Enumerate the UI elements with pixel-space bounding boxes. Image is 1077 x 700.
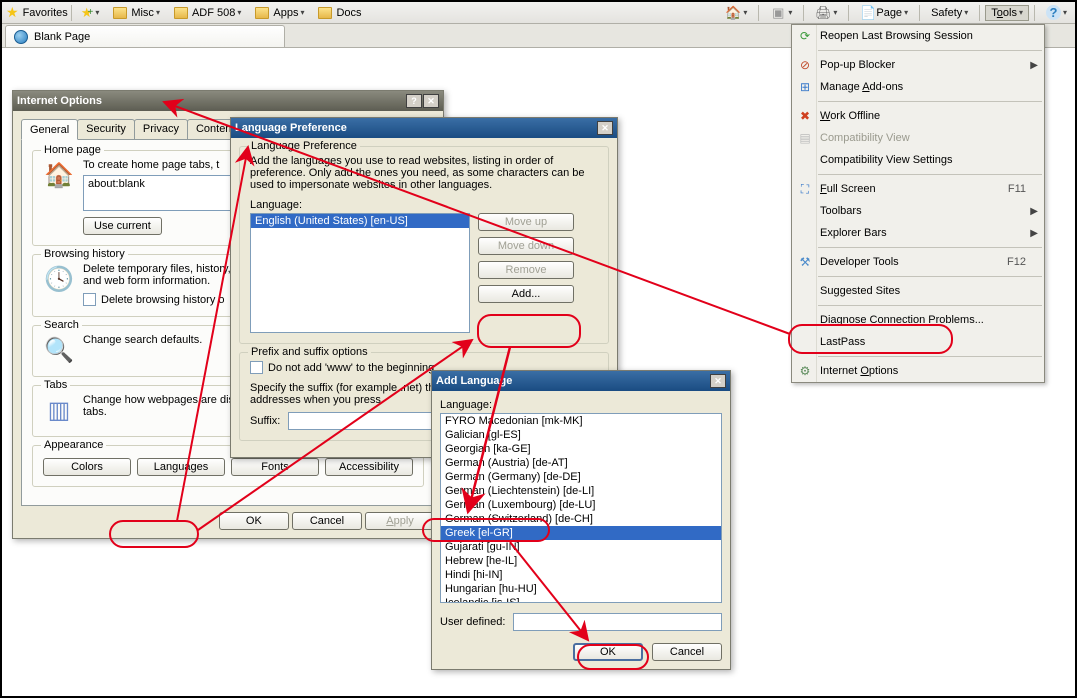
- tab-title: Blank Page: [34, 31, 90, 43]
- list-item[interactable]: German (Liechtenstein) [de-LI]: [441, 484, 721, 498]
- close-title-button[interactable]: ✕: [597, 121, 613, 135]
- langpref-titlebar[interactable]: Language Preference ✕: [231, 118, 617, 138]
- menu-fullscreen[interactable]: ⛶Full ScreenF11: [792, 178, 1044, 200]
- io-ok-button[interactable]: OK: [219, 512, 289, 530]
- help-button[interactable]: ?▾: [1040, 3, 1073, 22]
- menu-reopen-session[interactable]: ⟳Reopen Last Browsing Session: [792, 25, 1044, 47]
- menu-internet-options[interactable]: ⚙Internet Options: [792, 360, 1044, 382]
- fonts-button[interactable]: Fonts: [231, 458, 319, 476]
- menu-suggested-sites[interactable]: Suggested Sites: [792, 280, 1044, 302]
- ie-icon: [14, 30, 28, 44]
- tools-dropdown: ⟳Reopen Last Browsing Session ⊘Pop-up Bl…: [791, 24, 1045, 383]
- tabs-icon: ▥: [43, 394, 75, 426]
- list-item[interactable]: German (Luxembourg) [de-LU]: [441, 498, 721, 512]
- menu-diagnose[interactable]: Diagnose Connection Problems...: [792, 309, 1044, 331]
- list-item[interactable]: FYRO Macedonian [mk-MK]: [441, 414, 721, 428]
- tools-menu-button[interactable]: Tools▾: [985, 5, 1029, 21]
- menu-work-offline[interactable]: ✖Work Offline: [792, 105, 1044, 127]
- list-item[interactable]: Gujarati [gu-IN]: [441, 540, 721, 554]
- help-title-button[interactable]: ?: [406, 94, 422, 108]
- list-item[interactable]: English (United States) [en-US]: [251, 214, 469, 228]
- languages-button[interactable]: Languages: [137, 458, 225, 476]
- add-button[interactable]: Add...: [478, 285, 574, 303]
- internet-options-titlebar[interactable]: Internet Options ? ✕: [13, 91, 443, 111]
- colors-button[interactable]: Colors: [43, 458, 131, 476]
- menu-compat-view: ▤Compatibility View: [792, 127, 1044, 149]
- move-down-button[interactable]: Move down: [478, 237, 574, 255]
- print-button[interactable]: 🖨▾: [809, 3, 843, 23]
- safety-menu-button[interactable]: Safety▾: [925, 5, 974, 21]
- list-item[interactable]: Hungarian [hu-HU]: [441, 582, 721, 596]
- command-bar: 🏠▾ ▣▾ 🖨▾ 📄Page▾ Safety▾ Tools▾ ?▾: [719, 3, 1073, 23]
- home-button[interactable]: 🏠▾: [719, 3, 753, 23]
- langpref-group: Language Preference Add the languages yo…: [239, 146, 609, 344]
- separator: [71, 5, 72, 21]
- add-language-dialog: Add Language ✕ Language: FYRO Macedonian…: [431, 370, 731, 670]
- io-cancel-button[interactable]: Cancel: [292, 512, 362, 530]
- accessibility-button[interactable]: Accessibility: [325, 458, 413, 476]
- addlang-titlebar[interactable]: Add Language ✕: [432, 371, 730, 391]
- list-item[interactable]: Greek [el-GR]: [441, 526, 721, 540]
- dialog-title: Language Preference: [235, 122, 347, 134]
- favorites-star-icon: ★: [6, 4, 19, 21]
- io-apply-button[interactable]: Apply: [365, 512, 435, 530]
- menu-explorer-bars[interactable]: Explorer Bars▶: [792, 222, 1044, 244]
- favorites-folder-docs[interactable]: Docs: [312, 5, 367, 21]
- user-defined-input[interactable]: [513, 613, 722, 631]
- close-title-button[interactable]: ✕: [423, 94, 439, 108]
- move-up-button[interactable]: Move up: [478, 213, 574, 231]
- use-current-button[interactable]: Use current: [83, 217, 162, 235]
- menu-lastpass[interactable]: LastPass: [792, 331, 1044, 353]
- history-icon: 🕓: [43, 263, 75, 295]
- remove-button[interactable]: Remove: [478, 261, 574, 279]
- dialog-title: Add Language: [436, 375, 512, 387]
- menu-developer-tools[interactable]: ⚒Developer ToolsF12: [792, 251, 1044, 273]
- dialog-title: Internet Options: [17, 95, 102, 107]
- favorites-folder-misc[interactable]: Misc▾: [107, 5, 166, 21]
- list-item[interactable]: German (Germany) [de-DE]: [441, 470, 721, 484]
- list-item[interactable]: Galician [gl-ES]: [441, 428, 721, 442]
- list-item[interactable]: German (Austria) [de-AT]: [441, 456, 721, 470]
- list-item[interactable]: Georgian [ka-GE]: [441, 442, 721, 456]
- home-icon: 🏠: [43, 159, 75, 191]
- tab-privacy[interactable]: Privacy: [134, 119, 188, 139]
- search-icon: 🔍: [43, 334, 75, 366]
- favorites-label[interactable]: Favorites: [23, 7, 68, 19]
- feeds-button[interactable]: ▣▾: [764, 3, 798, 23]
- favorites-folder-apps[interactable]: Apps▾: [249, 5, 310, 21]
- page-menu-button[interactable]: 📄Page▾: [854, 3, 914, 23]
- language-listbox[interactable]: English (United States) [en-US]: [250, 213, 470, 333]
- addlang-cancel-button[interactable]: Cancel: [652, 643, 722, 661]
- browser-tab[interactable]: Blank Page: [5, 25, 285, 47]
- addlang-ok-button[interactable]: OK: [573, 643, 643, 661]
- tab-general[interactable]: General: [21, 119, 78, 140]
- list-item[interactable]: Icelandic [is-IS]: [441, 596, 721, 603]
- menu-popup-blocker[interactable]: ⊘Pop-up Blocker▶: [792, 54, 1044, 76]
- menu-compat-settings[interactable]: Compatibility View Settings: [792, 149, 1044, 171]
- list-item[interactable]: German (Switzerland) [de-CH]: [441, 512, 721, 526]
- close-title-button[interactable]: ✕: [710, 374, 726, 388]
- tab-security[interactable]: Security: [77, 119, 135, 139]
- favorites-folder-adf508[interactable]: ADF 508▾: [168, 5, 247, 21]
- favorites-add-icon[interactable]: ★+▾: [75, 3, 106, 23]
- list-item[interactable]: Hebrew [he-IL]: [441, 554, 721, 568]
- menu-manage-addons[interactable]: ⊞Manage Add-ons: [792, 76, 1044, 98]
- favorites-bar: ★ Favorites ★+▾ Misc▾ ADF 508▾ Apps▾ Doc…: [2, 2, 1075, 24]
- add-language-listbox[interactable]: FYRO Macedonian [mk-MK]Galician [gl-ES]G…: [440, 413, 722, 603]
- list-item[interactable]: Hindi [hi-IN]: [441, 568, 721, 582]
- menu-toolbars[interactable]: Toolbars▶: [792, 200, 1044, 222]
